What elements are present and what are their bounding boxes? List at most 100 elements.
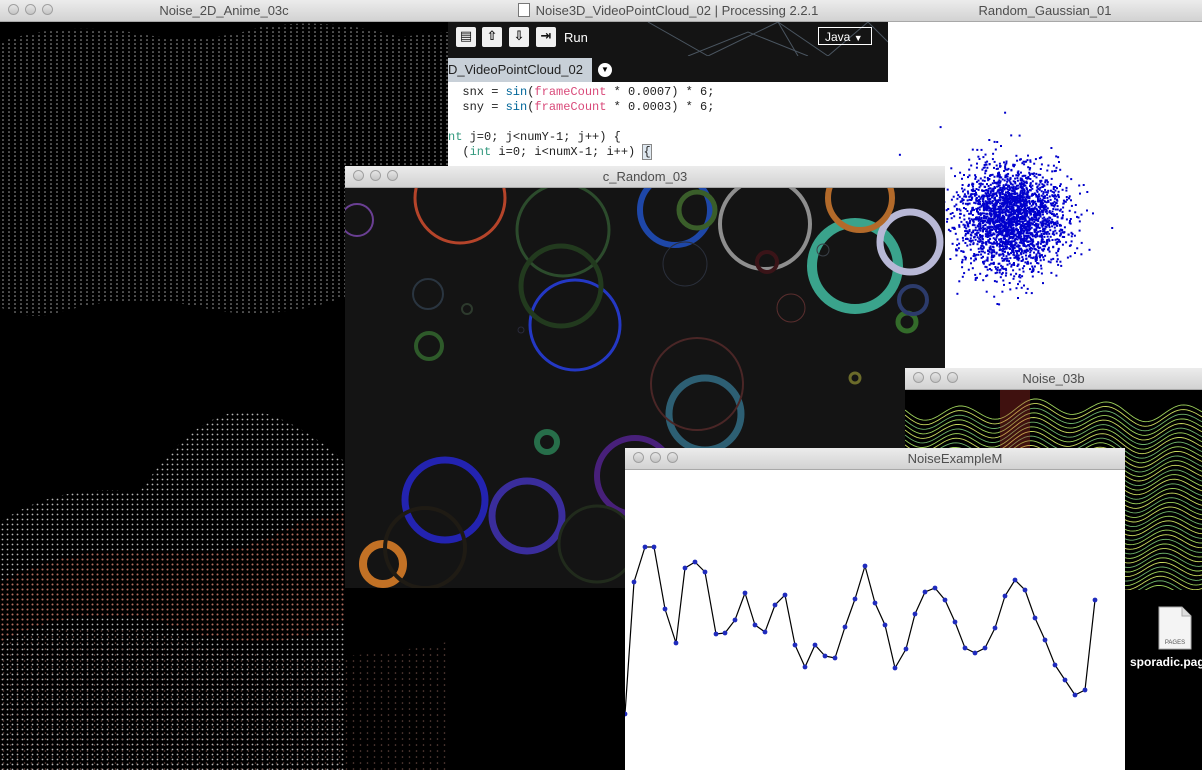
- gaussian-dot: [1012, 277, 1015, 280]
- gaussian-dot: [1035, 204, 1038, 207]
- gaussian-dot: [1002, 247, 1004, 250]
- zoom-button[interactable]: [387, 170, 398, 181]
- gaussian-dot: [975, 191, 977, 194]
- gaussian-dot: [1010, 168, 1013, 171]
- gaussian-dot: [1025, 248, 1028, 251]
- gaussian-dot: [1029, 262, 1032, 265]
- gaussian-dot: [964, 195, 967, 198]
- gaussian-dot: [1014, 182, 1017, 185]
- gaussian-dot: [1044, 225, 1047, 228]
- gaussian-dot: [1031, 200, 1034, 203]
- gaussian-dot: [1013, 209, 1016, 212]
- gaussian-titlebar[interactable]: Random_Gaussian_01: [888, 0, 1202, 22]
- gaussian-dot: [1000, 231, 1003, 233]
- gaussian-dot: [1056, 222, 1059, 225]
- gaussian-dot: [998, 196, 1001, 199]
- gaussian-dot: [1037, 218, 1040, 221]
- gaussian-dot: [1003, 193, 1006, 196]
- gaussian-dot: [1011, 233, 1014, 236]
- gaussian-dot: [997, 167, 999, 170]
- gaussian-dot: [994, 272, 997, 275]
- noise-point: [812, 642, 818, 648]
- gaussian-dot: [998, 228, 1001, 231]
- gaussian-dot: [956, 244, 959, 247]
- zoom-button[interactable]: [947, 372, 958, 383]
- noise-point: [651, 544, 657, 550]
- zoom-button[interactable]: [667, 452, 678, 463]
- save-button[interactable]: ⇩: [509, 27, 529, 47]
- code-line: nt j=0; j<numY-1; j++) {: [448, 130, 621, 144]
- gaussian-dot: [955, 203, 958, 206]
- mode-selector[interactable]: Java ▼: [818, 27, 872, 45]
- gaussian-dot: [1086, 191, 1089, 193]
- gaussian-dot: [1005, 272, 1008, 275]
- gaussian-dot: [1007, 218, 1010, 221]
- noise-point: [822, 653, 828, 659]
- gaussian-dot: [998, 254, 1001, 257]
- noise-point: [742, 590, 748, 596]
- close-button[interactable]: [633, 452, 644, 463]
- gaussian-dot: [1070, 240, 1073, 243]
- gaussian-dot: [1002, 219, 1005, 221]
- close-button[interactable]: [913, 372, 924, 383]
- minimize-button[interactable]: [930, 372, 941, 383]
- gaussian-dot: [963, 188, 966, 191]
- close-button[interactable]: [353, 170, 364, 181]
- noise-example-titlebar[interactable]: NoiseExampleM: [625, 448, 1125, 470]
- noise-example-window[interactable]: NoiseExampleM: [625, 448, 1125, 770]
- zoom-button[interactable]: [42, 4, 53, 15]
- gaussian-dot: [1001, 250, 1004, 253]
- open-button[interactable]: ⇧: [482, 27, 502, 47]
- gaussian-dot: [974, 238, 977, 241]
- gaussian-dot: [995, 202, 997, 205]
- gaussian-dot: [1056, 258, 1059, 261]
- gaussian-dot: [1035, 207, 1038, 210]
- processing-editor-window[interactable]: Noise3D_VideoPointCloud_02 | Processing …: [448, 0, 888, 166]
- gaussian-dot: [947, 208, 950, 210]
- minimize-button[interactable]: [25, 4, 36, 15]
- noise-point: [922, 589, 928, 595]
- gaussian-dot: [960, 200, 963, 203]
- gaussian-dot: [979, 272, 982, 275]
- gaussian-dot: [996, 141, 999, 143]
- gaussian-dot: [1067, 233, 1070, 236]
- gaussian-dot: [1069, 220, 1071, 222]
- gaussian-dot: [1030, 213, 1033, 216]
- gaussian-dot: [1018, 268, 1021, 271]
- gaussian-dot: [946, 220, 948, 223]
- random-titlebar[interactable]: c_Random_03: [345, 166, 945, 188]
- minimize-button[interactable]: [650, 452, 661, 463]
- gaussian-dot: [970, 212, 972, 215]
- gaussian-dot: [1017, 235, 1020, 237]
- gaussian-dot: [953, 215, 956, 218]
- pages-document-icon[interactable]: PAGES: [1158, 606, 1192, 650]
- tab-menu-arrow-icon[interactable]: ▼: [598, 63, 612, 77]
- gaussian-dot: [1027, 177, 1030, 180]
- gaussian-dot: [1048, 239, 1051, 242]
- gaussian-dot: [1010, 226, 1013, 229]
- gaussian-dot: [1042, 230, 1044, 233]
- gaussian-dot: [960, 250, 963, 253]
- gaussian-dot: [979, 246, 982, 249]
- noise-03b-titlebar[interactable]: Noise_03b: [905, 368, 1202, 390]
- gaussian-dot: [1028, 218, 1031, 220]
- noise-point: [762, 629, 768, 635]
- desktop-file-label[interactable]: sporadic.pages: [1128, 655, 1202, 670]
- new-sketch-button[interactable]: ▤: [456, 27, 476, 47]
- gaussian-dot: [987, 226, 990, 229]
- gaussian-dot: [997, 223, 1000, 226]
- gaussian-dot: [1022, 238, 1025, 241]
- editor-titlebar[interactable]: Noise3D_VideoPointCloud_02 | Processing …: [448, 0, 888, 22]
- gaussian-dot: [1053, 233, 1056, 236]
- gaussian-dot: [1024, 234, 1027, 237]
- tab-sketch[interactable]: D_VideoPointCloud_02: [448, 58, 592, 82]
- minimize-button[interactable]: [370, 170, 381, 181]
- export-button[interactable]: ⇥: [536, 27, 556, 47]
- close-button[interactable]: [8, 4, 19, 15]
- gaussian-dot: [1016, 192, 1019, 195]
- code-editor[interactable]: snx = sin(frameCount * 0.0007) * 6; sny …: [448, 82, 888, 166]
- gaussian-dot: [1026, 287, 1029, 290]
- gaussian-dot: [1056, 205, 1059, 208]
- gaussian-dot: [992, 246, 995, 249]
- noise-2d-titlebar[interactable]: Noise_2D_Anime_03c: [0, 0, 448, 22]
